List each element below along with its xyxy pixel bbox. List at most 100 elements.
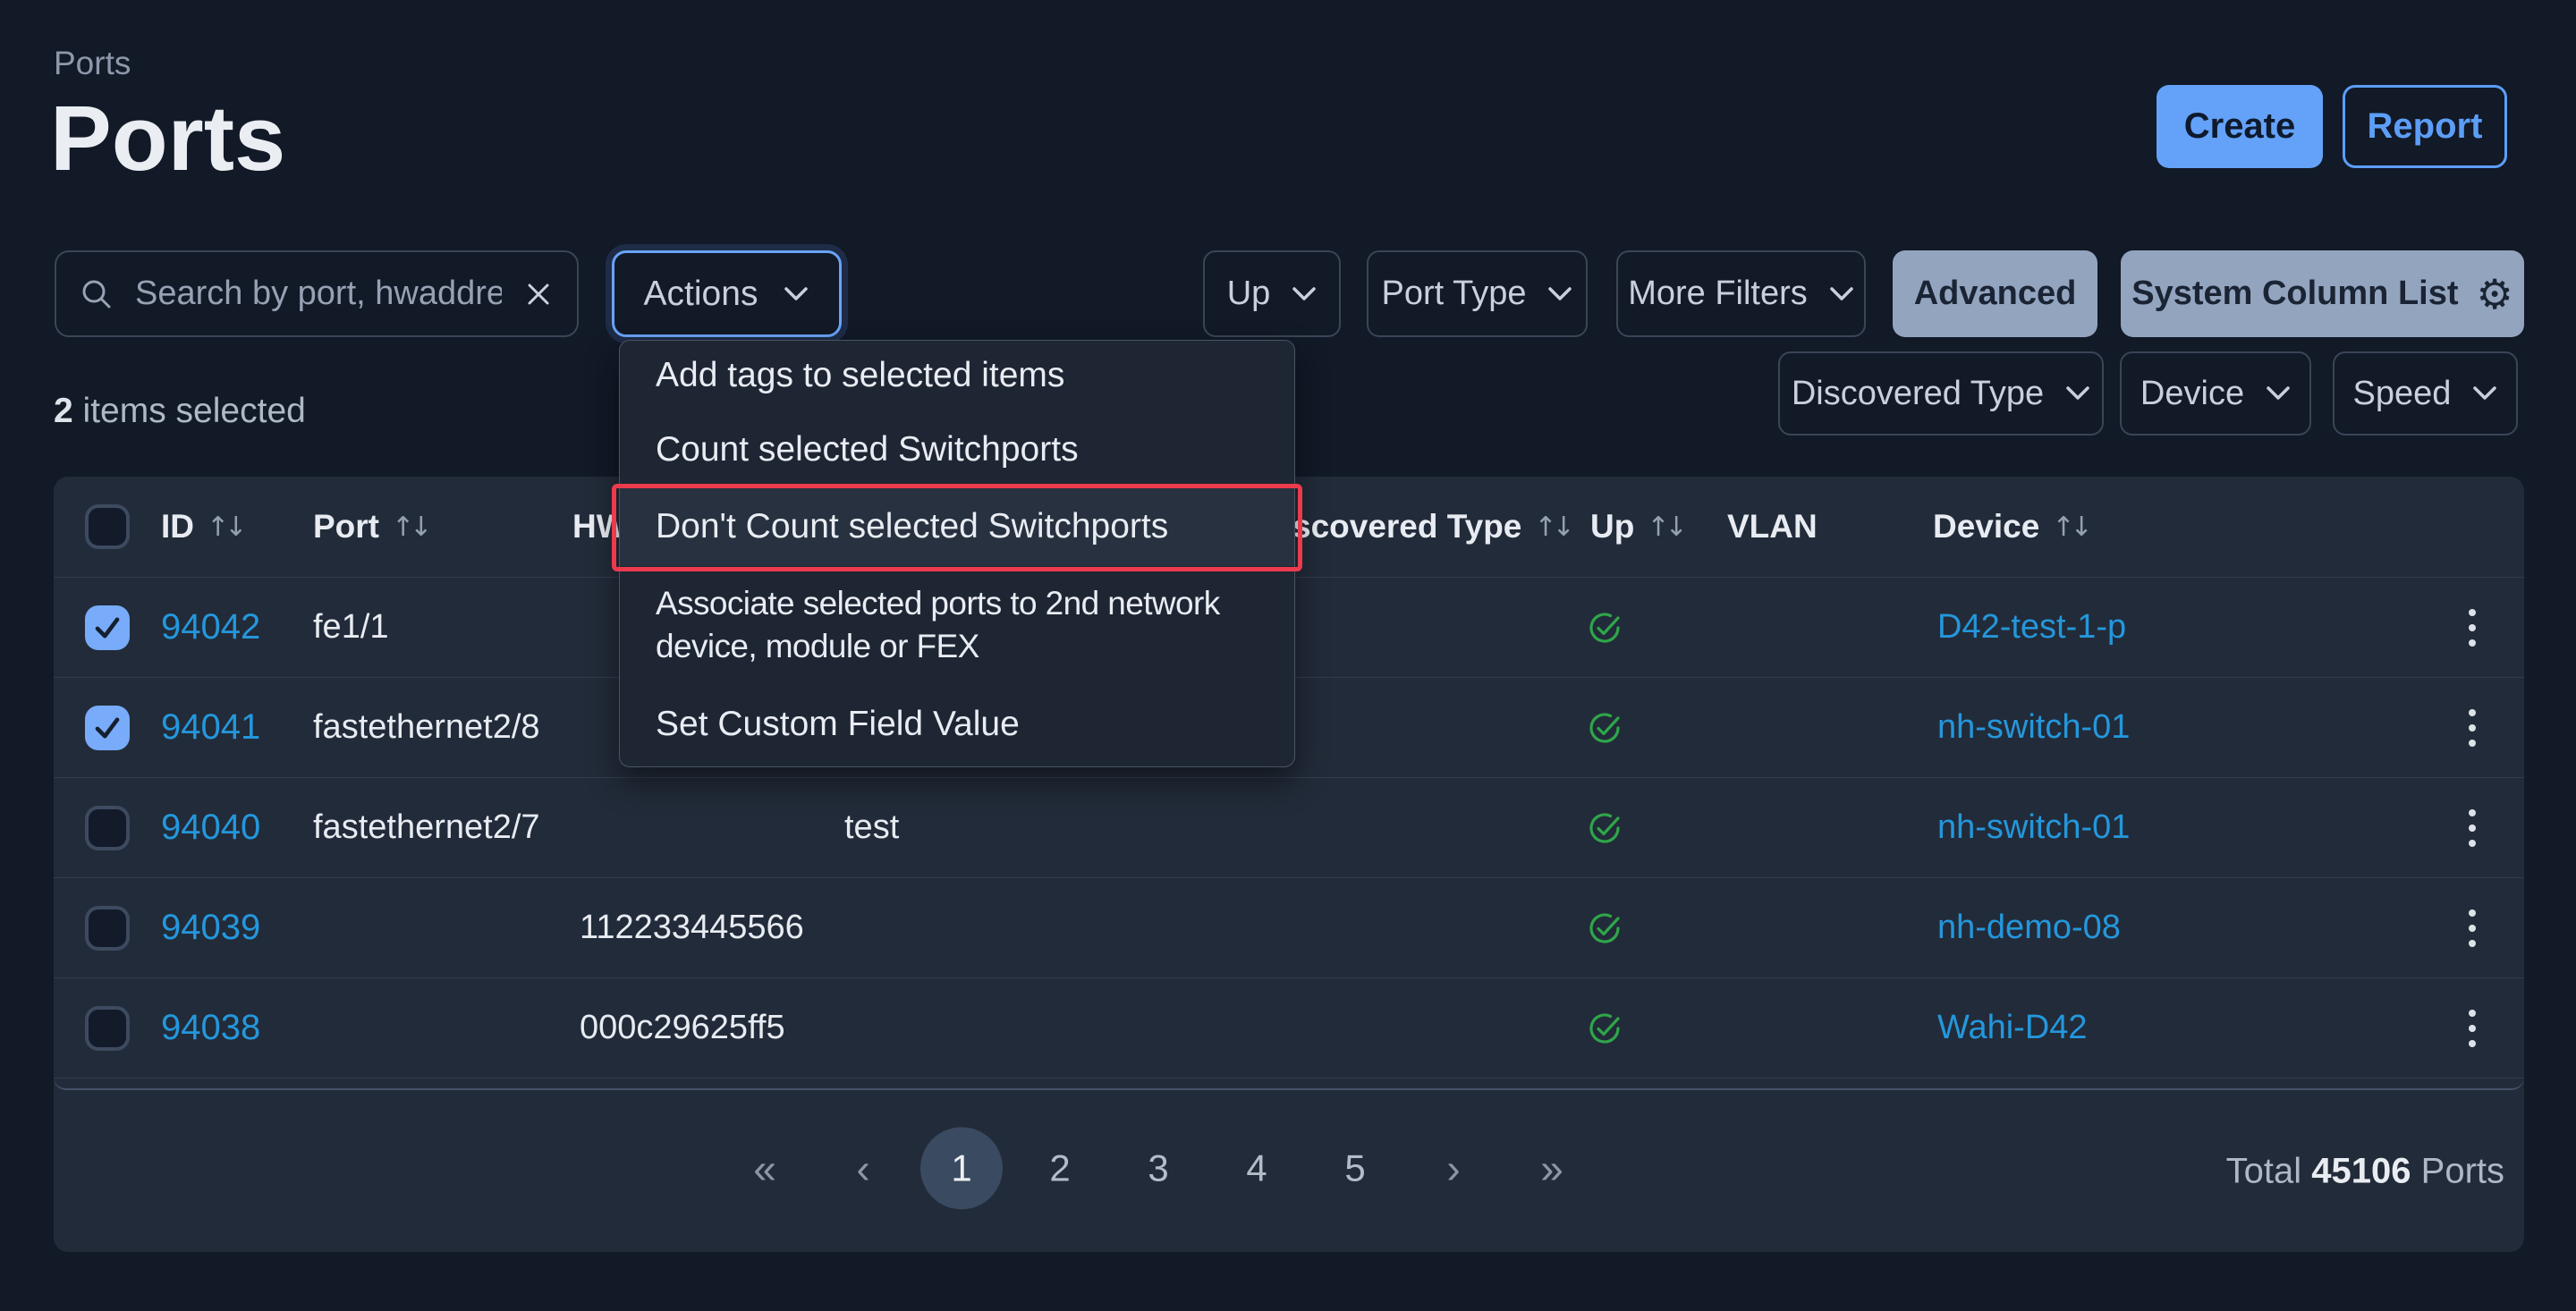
row-checkbox[interactable] — [85, 1006, 130, 1051]
row-checkbox[interactable] — [85, 906, 130, 951]
filter-up[interactable]: Up — [1203, 250, 1341, 337]
row-menu-kebab-icon[interactable] — [2458, 598, 2487, 657]
sort-icon[interactable]: ↑↓ — [207, 512, 247, 543]
search-input[interactable] — [133, 274, 504, 314]
filter-port-type[interactable]: Port Type — [1367, 250, 1588, 337]
description-value: test — [844, 778, 899, 877]
total-count: Total 45106 Ports — [2226, 1151, 2504, 1191]
chevron-down-icon — [1547, 286, 1572, 302]
port-name: fastethernet2/7 — [313, 778, 540, 877]
row-menu-kebab-icon[interactable] — [2458, 799, 2487, 858]
menu-item-add-tags[interactable]: Add tags to selected items — [620, 341, 1294, 412]
device-link[interactable]: nh-demo-08 — [1937, 878, 2121, 977]
column-header-id-label: ID — [161, 508, 194, 546]
column-header-vlan[interactable]: VLAN — [1727, 477, 1818, 577]
sort-icon[interactable]: ↑↓ — [1647, 512, 1687, 543]
pagination-page-5[interactable]: 5 — [1306, 1127, 1404, 1209]
filter-up-label: Up — [1227, 275, 1271, 313]
sort-icon[interactable]: ↑↓ — [1534, 512, 1574, 543]
device-link[interactable]: nh-switch-01 — [1937, 778, 2130, 877]
menu-item-set-custom-field[interactable]: Set Custom Field Value — [620, 683, 1294, 766]
menu-item-dont-count-switchports[interactable]: Don't Count selected Switchports — [620, 487, 1294, 566]
pagination-page-1[interactable]: 1 — [920, 1127, 1003, 1209]
chevron-down-icon — [783, 285, 809, 302]
row-checkbox[interactable] — [85, 706, 130, 750]
column-header-id[interactable]: ID ↑↓ — [161, 477, 247, 577]
up-status-icon — [1588, 678, 1622, 777]
pagination-next-button[interactable]: › — [1404, 1127, 1503, 1209]
system-column-list-label: System Column List — [2131, 275, 2458, 313]
column-header-device-label: Device — [1933, 508, 2039, 546]
filter-more-filters-label: More Filters — [1628, 275, 1808, 313]
device-link[interactable]: Wahi-D42 — [1937, 978, 2088, 1078]
actions-dropdown-button[interactable]: Actions — [612, 250, 842, 337]
sort-icon[interactable]: ↑↓ — [392, 512, 432, 543]
port-name: fastethernet2/8 — [313, 678, 540, 777]
chevron-down-icon — [1292, 286, 1317, 302]
filter-discovered-type[interactable]: Discovered Type — [1778, 351, 2104, 436]
pagination-prev-button[interactable]: ‹ — [814, 1127, 912, 1209]
filter-more-filters[interactable]: More Filters — [1616, 250, 1866, 337]
breadcrumb[interactable]: Ports — [54, 45, 131, 82]
page-title: Ports — [50, 86, 285, 191]
filter-device-label: Device — [2140, 375, 2244, 413]
filter-device[interactable]: Device — [2120, 351, 2311, 436]
port-id-link[interactable]: 94038 — [161, 978, 260, 1078]
selection-count-value: 2 — [54, 392, 73, 430]
table-row: 94038 000c29625ff5 Wahi-D42 — [54, 977, 2524, 1078]
device-link[interactable]: nh-switch-01 — [1937, 678, 2130, 777]
up-status-icon — [1588, 978, 1622, 1078]
row-checkbox[interactable] — [85, 806, 130, 850]
filter-speed[interactable]: Speed — [2333, 351, 2518, 436]
search-box[interactable] — [55, 250, 579, 337]
total-value: 45106 — [2311, 1151, 2411, 1190]
advanced-button[interactable]: Advanced — [1893, 250, 2097, 337]
pagination-first-button[interactable]: « — [716, 1127, 814, 1209]
total-suffix: Ports — [2421, 1151, 2504, 1190]
select-all-checkbox[interactable] — [85, 504, 130, 549]
chevron-down-icon — [1829, 286, 1854, 302]
pagination-page-3[interactable]: 3 — [1109, 1127, 1208, 1209]
row-checkbox[interactable] — [85, 605, 130, 650]
report-button[interactable]: Report — [2343, 85, 2507, 168]
create-button[interactable]: Create — [2157, 85, 2323, 168]
up-status-icon — [1588, 778, 1622, 877]
column-header-port-label: Port — [313, 508, 379, 546]
column-header-vlan-label: VLAN — [1727, 508, 1818, 546]
column-header-discovered-type[interactable]: Discovered Type ↑↓ — [1259, 477, 1575, 577]
chevron-down-icon — [2266, 385, 2291, 402]
ports-page: { "page": { "breadcrumb": "Ports", "titl… — [0, 0, 2576, 1311]
actions-menu: Add tags to selected items Count selecte… — [619, 340, 1295, 767]
pagination-page-2[interactable]: 2 — [1011, 1127, 1109, 1209]
port-id-link[interactable]: 94040 — [161, 778, 260, 877]
up-status-icon — [1588, 878, 1622, 977]
sort-icon[interactable]: ↑↓ — [2052, 512, 2092, 543]
port-id-link[interactable]: 94041 — [161, 678, 260, 777]
device-link[interactable]: D42-test-1-p — [1937, 578, 2126, 677]
hwaddress-value: 000c29625ff5 — [580, 978, 785, 1078]
column-header-up-label: Up — [1590, 508, 1634, 546]
selection-count: 2 items selected — [54, 392, 306, 431]
port-name: fe1/1 — [313, 578, 389, 677]
pagination-last-button[interactable]: » — [1503, 1127, 1601, 1209]
chevron-down-icon — [2065, 385, 2090, 402]
port-id-link[interactable]: 94042 — [161, 578, 260, 677]
gear-icon: ⚙ — [2477, 274, 2513, 315]
menu-item-associate-ports[interactable]: Associate selected ports to 2nd network … — [620, 566, 1294, 683]
clear-search-icon[interactable] — [523, 279, 554, 309]
search-icon — [80, 277, 114, 311]
chevron-down-icon — [2472, 385, 2497, 402]
port-id-link[interactable]: 94039 — [161, 878, 260, 977]
row-menu-kebab-icon[interactable] — [2458, 899, 2487, 958]
column-header-port[interactable]: Port ↑↓ — [313, 477, 432, 577]
table-scroll-edge — [54, 1078, 2524, 1090]
menu-item-count-switchports[interactable]: Count selected Switchports — [620, 412, 1294, 488]
up-status-icon — [1588, 578, 1622, 677]
column-header-discovered-type-label: Discovered Type — [1259, 508, 1521, 546]
pagination-page-4[interactable]: 4 — [1208, 1127, 1306, 1209]
system-column-list-button[interactable]: System Column List ⚙ — [2121, 250, 2524, 337]
column-header-up[interactable]: Up ↑↓ — [1590, 477, 1688, 577]
row-menu-kebab-icon[interactable] — [2458, 698, 2487, 757]
column-header-device[interactable]: Device ↑↓ — [1933, 477, 2093, 577]
row-menu-kebab-icon[interactable] — [2458, 999, 2487, 1058]
